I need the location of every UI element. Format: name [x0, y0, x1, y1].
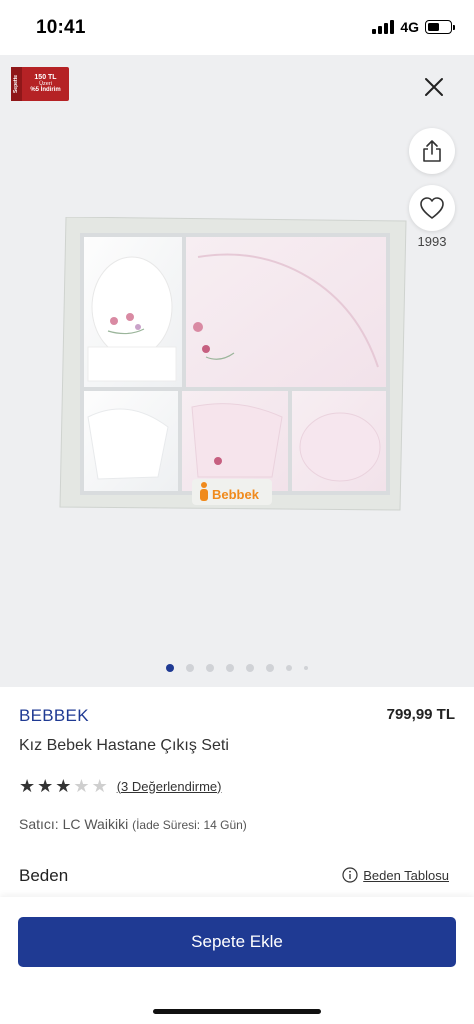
battery-icon [425, 20, 455, 34]
seller-label: Satıcı: [19, 816, 59, 832]
page-dot[interactable] [266, 664, 274, 672]
info-icon [342, 867, 358, 883]
add-to-cart-button[interactable]: Sepete Ekle [18, 917, 456, 967]
page-dot[interactable] [286, 665, 292, 671]
star-icon: ★ [19, 776, 36, 796]
star-icon: ★ [37, 776, 54, 796]
product-image[interactable]: Bebbek [58, 217, 408, 512]
size-table-label: Beden Tablosu [363, 867, 449, 883]
favorite-count: 1993 [417, 234, 447, 249]
favorite-button[interactable] [409, 185, 455, 231]
product-price: 799,99 TL [386, 706, 455, 723]
signal-icon [372, 20, 395, 34]
seller-name[interactable]: LC Waikiki [63, 816, 129, 832]
star-icon: ★ [73, 776, 90, 796]
product-gallery[interactable]: Sepette 150 TL Üzeri %5 İndirim 1993 Beb… [0, 55, 474, 687]
rating-row: ★ ★ ★ ★ ★ (3 Değerlendirme) [19, 777, 221, 795]
page-dot[interactable] [206, 664, 214, 672]
promo-side-text: Sepette [13, 74, 20, 94]
page-dot[interactable] [186, 664, 194, 672]
page-dot[interactable] [166, 664, 174, 672]
bottom-action-bar: Sepete Ekle [0, 897, 474, 1024]
network-type: 4G [400, 19, 419, 35]
promo-line3: %5 İndirim [30, 87, 61, 94]
home-indicator[interactable] [153, 1009, 321, 1014]
rating-stars: ★ ★ ★ ★ ★ [19, 777, 108, 795]
heart-icon [420, 197, 444, 219]
reviews-link[interactable]: (3 Değerlendirme) [117, 779, 222, 794]
status-indicators: 4G [372, 19, 455, 35]
close-icon [425, 78, 443, 96]
star-icon: ★ [91, 776, 108, 796]
product-name: Kız Bebek Hastane Çıkış Seti [19, 737, 229, 754]
page-dot[interactable] [226, 664, 234, 672]
close-button[interactable] [422, 75, 446, 99]
share-icon [423, 140, 441, 162]
star-icon: ★ [55, 776, 72, 796]
product-photo-brand: Bebbek [212, 487, 260, 502]
share-button[interactable] [409, 128, 455, 174]
return-time: (İade Süresi: 14 Gün) [132, 818, 247, 832]
page-dot[interactable] [246, 664, 254, 672]
brand-name[interactable]: BEBBEK [19, 706, 89, 726]
battery-level [428, 23, 439, 31]
status-bar: 10:41 4G [0, 0, 474, 55]
seller-info: Satıcı: LC Waikiki (İade Süresi: 14 Gün) [19, 816, 247, 832]
status-time: 10:41 [36, 17, 86, 38]
page-indicator [0, 664, 474, 672]
page-dot[interactable] [304, 666, 308, 670]
size-label: Beden [19, 866, 69, 885]
size-table-link[interactable]: Beden Tablosu [342, 867, 449, 883]
promo-badge: Sepette 150 TL Üzeri %5 İndirim [11, 67, 69, 101]
product-info: BEBBEK 799,99 TL Kız Bebek Hastane Çıkış… [0, 687, 474, 897]
